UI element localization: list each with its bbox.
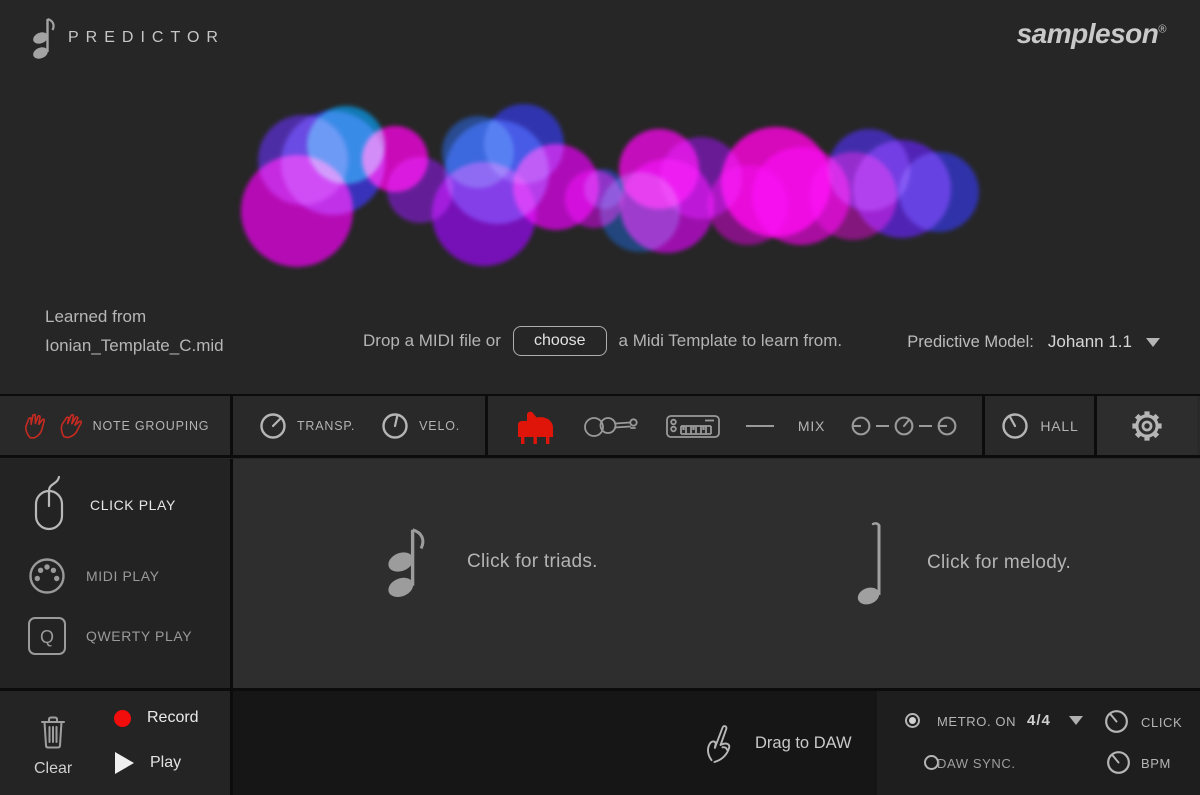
velocity-knob[interactable]: VELO. [380,411,460,441]
transpose-knob[interactable]: TRANSP. [258,411,355,441]
mix-label: MIX [798,418,825,434]
note-grouping-control[interactable]: NOTE GROUPING [0,396,233,455]
trash-icon [38,713,68,751]
mix-knob-2-icon[interactable] [893,415,915,437]
transport-left: Clear Record Play [0,691,233,795]
melody-click-zone[interactable]: Click for melody. [855,519,1071,607]
model-dropdown-caret-icon[interactable] [1146,338,1160,347]
click-label: CLICK [1141,715,1182,730]
piano-instrument-icon[interactable] [512,406,558,446]
sidebar-item-midi-play[interactable]: MIDI PLAY [26,555,160,597]
metro-on-label[interactable]: METRO. ON [937,714,1016,729]
drag-to-daw-handle[interactable]: Drag to DAW [703,691,852,795]
drop-text-after: a Midi Template to learn from. [619,331,843,351]
synth-instrument-icon[interactable] [665,409,721,443]
hall-label: HALL [1040,418,1078,434]
play-button[interactable]: Play [114,751,181,775]
melody-label: Click for melody. [927,552,1071,574]
bpm-label: BPM [1141,756,1171,771]
choose-file-button[interactable]: choose [513,326,607,356]
hall-reverb-control[interactable]: HALL [985,396,1097,455]
app-logo: PREDICTOR [30,16,225,60]
predictive-model-label: Predictive Model: [907,333,1034,352]
clear-label: Clear [34,760,72,778]
bpm-knob-icon[interactable] [1105,749,1132,776]
toolbar: NOTE GROUPING TRANSP. VELO. [0,394,1200,458]
drop-text-before: Drop a MIDI file or [363,331,501,351]
mix-dash-icon [746,425,774,427]
transport-bar: Clear Record Play Drag to DAW [0,688,1200,795]
drag-to-daw-label: Drag to DAW [755,734,852,753]
qwerty-key-icon: Q [26,615,68,657]
gear-icon [1129,408,1165,444]
app-title: PREDICTOR [68,29,225,47]
midi-play-label: MIDI PLAY [86,568,160,584]
record-button[interactable]: Record [114,709,199,727]
triads-click-zone[interactable]: Click for triads. [383,521,598,603]
midi-drop-row: Drop a MIDI file or choose a Midi Templa… [363,326,842,356]
midi-connector-icon [26,555,68,597]
record-dot-icon [114,710,131,727]
transpose-label: TRANSP. [297,419,355,433]
record-label: Record [147,709,199,727]
drag-hand-icon [703,721,741,765]
velocity-label: VELO. [419,419,460,433]
play-mode-sidebar: CLICK PLAY MIDI PLAY Q QWERTY PLAY [0,459,233,688]
workspace: CLICK PLAY MIDI PLAY Q QWERTY PLAY [0,459,1200,688]
mix-knob-chain [850,415,958,437]
mix-chain-dash-icon [876,425,889,427]
learned-from-label: Learned from [45,302,224,331]
time-signature-caret-icon[interactable] [1069,716,1083,725]
mix-knob-3-icon[interactable] [936,415,958,437]
time-signature-value[interactable]: 4/4 [1027,712,1051,729]
learned-from-block: Learned from Ionian_Template_C.mid [45,302,224,360]
play-label: Play [150,754,181,772]
qwerty-play-label: QWERTY PLAY [86,628,192,644]
performance-panel: Click for triads. Click for melody. [233,459,1200,688]
left-hand-icon [21,412,48,440]
melody-note-icon [855,519,887,607]
velocity-knob-icon [380,411,410,441]
triad-note-icon [383,521,427,603]
play-triangle-icon [114,751,135,775]
predictor-note-icon [30,16,56,60]
strings-instrument-icon[interactable] [583,411,641,441]
predictive-model-row: Predictive Model: Johann 1.1 [907,332,1160,352]
mouse-icon [26,473,72,537]
sidebar-item-click-play[interactable]: CLICK PLAY [26,473,176,537]
svg-text:Q: Q [40,627,54,647]
sidebar-item-qwerty-play[interactable]: Q QWERTY PLAY [26,615,192,657]
daw-sync-label[interactable]: DAW SYNC. [937,756,1016,771]
instrument-mix-cell: MIX [488,396,985,455]
predictive-model-value[interactable]: Johann 1.1 [1048,332,1132,352]
mix-knob-1-icon[interactable] [850,415,872,437]
transpose-knob-icon [258,411,288,441]
right-hand-icon [57,412,84,440]
triads-label: Click for triads. [467,551,598,573]
click-play-label: CLICK PLAY [90,497,176,513]
metro-on-radio[interactable] [905,713,920,728]
hall-knob-icon [1000,411,1030,441]
brand-logo: sampleson® [1017,18,1166,50]
settings-button[interactable] [1097,396,1197,455]
note-grouping-label: NOTE GROUPING [93,419,210,433]
clear-button[interactable]: Clear [34,713,72,778]
mix-chain-dash-icon [919,425,932,427]
transpose-velocity-cell: TRANSP. VELO. [233,396,488,455]
header: PREDICTOR sampleson® [0,0,1200,90]
click-volume-knob-icon[interactable] [1103,708,1130,735]
drag-to-daw-strip[interactable]: Drag to DAW [233,691,877,795]
metronome-section: METRO. ON 4/4 CLICK DAW SYNC. BPM [877,691,1200,795]
learned-from-filename: Ionian_Template_C.mid [45,331,224,360]
